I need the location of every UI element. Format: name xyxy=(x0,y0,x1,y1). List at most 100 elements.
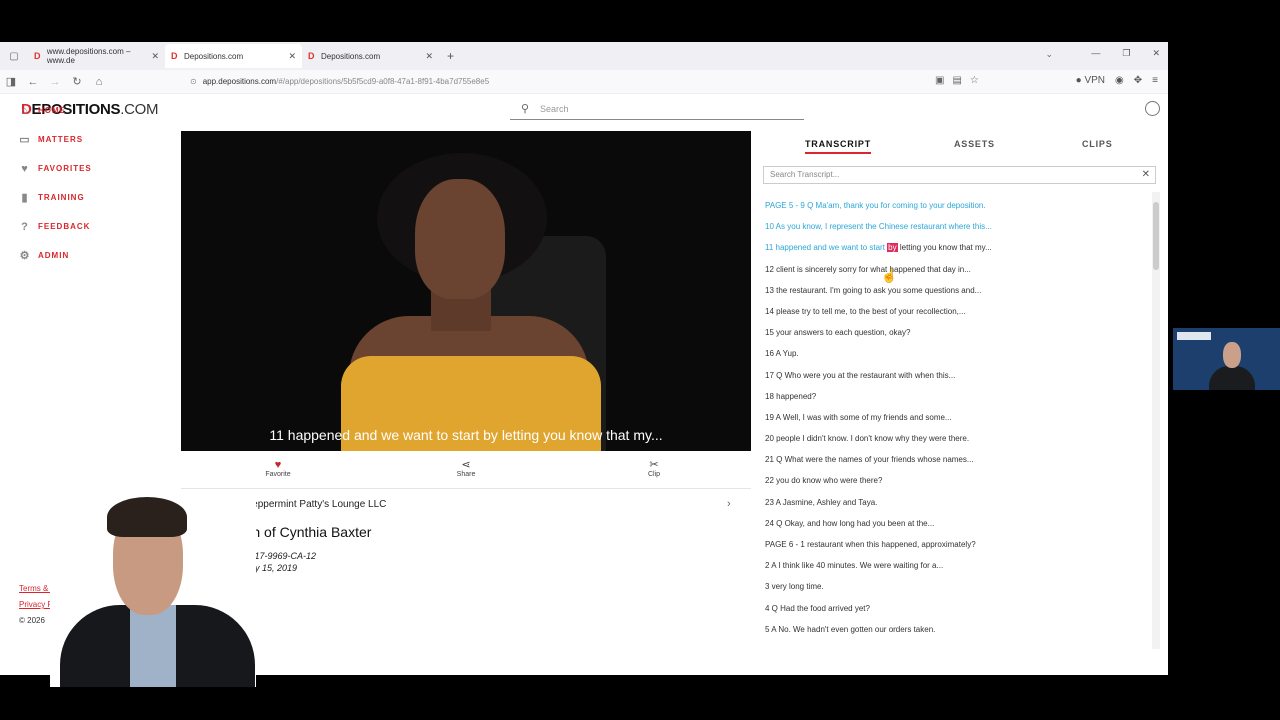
picture-in-picture-icon[interactable]: ▣ xyxy=(935,75,944,86)
share-icon: ⋖ xyxy=(461,459,471,471)
help-icon: ? xyxy=(21,220,29,233)
panel-tabs: TRANSCRIPT ASSETS CLIPS xyxy=(760,139,1156,159)
browser-tab[interactable]: D www.depositions.com – www.de ✕ xyxy=(28,44,165,68)
tab-label: Depositions.com xyxy=(184,51,244,61)
share-label: Share xyxy=(456,471,476,478)
tab-transcript[interactable]: TRANSCRIPT xyxy=(805,139,871,154)
tab-bar: ▢ D www.depositions.com – www.de ✕ D Dep… xyxy=(0,42,1168,70)
site-info-icon[interactable]: ⊙ xyxy=(190,77,197,86)
transcript-search-placeholder: Search Transcript... xyxy=(770,170,840,179)
video-subject-face xyxy=(415,179,505,299)
search-input[interactable]: ⚲ Search xyxy=(510,98,804,120)
close-window-icon[interactable]: ✕ xyxy=(1152,48,1160,59)
tab-clips[interactable]: CLIPS xyxy=(1082,139,1113,149)
extensions-icon[interactable]: ✥ xyxy=(1134,75,1142,86)
transcript-line[interactable]: 2 A I think like 40 minutes. We were wai… xyxy=(765,555,1145,576)
presenter-hair xyxy=(107,497,187,537)
transcript-line[interactable]: 23 A Jasmine, Ashley and Taya. xyxy=(765,492,1145,513)
sidebar-item-label: FEEDBACK xyxy=(38,222,91,231)
clip-label: Clip xyxy=(647,471,661,478)
transcript-search-input[interactable]: Search Transcript... ✕ xyxy=(763,166,1156,184)
tab-list-icon[interactable]: ▢ xyxy=(0,51,28,62)
chevron-down-icon[interactable]: ⌄ xyxy=(1045,49,1053,60)
tab-label: Depositions.com xyxy=(321,51,381,61)
webcam-logo xyxy=(1177,332,1211,340)
current-word-highlight: by xyxy=(887,243,898,253)
new-tab-icon[interactable]: + xyxy=(447,49,454,63)
sidebar-item-label: ADMIN xyxy=(38,251,70,260)
bookmark-star-icon[interactable]: ☆ xyxy=(970,75,979,86)
transcript-line[interactable]: 4 Q Had the food arrived yet? xyxy=(765,598,1145,619)
transcript-line[interactable]: 12 client is sincerely sorry for what ha… xyxy=(765,259,1145,280)
transcript-line[interactable]: 18 happened? xyxy=(765,386,1145,407)
address-bar[interactable]: ⊙ app.depositions.com/#/app/depositions/… xyxy=(190,77,489,86)
vpn-label: VPN xyxy=(1084,75,1106,86)
transcript-line[interactable]: 3 very long time. xyxy=(765,576,1145,597)
sidebar-item-home[interactable]: ⌂ HOME xyxy=(0,96,178,125)
transcript-list[interactable]: PAGE 5 - 9 Q Ma'am, thank you for coming… xyxy=(765,195,1145,650)
transcript-line[interactable]: PAGE 6 - 1 restaurant when this happened… xyxy=(765,534,1145,555)
transcript-line[interactable]: 14 please try to tell me, to the best of… xyxy=(765,301,1145,322)
chevron-right-icon[interactable]: › xyxy=(727,498,731,510)
transcript-line[interactable]: 19 A Well, I was with some of my friends… xyxy=(765,407,1145,428)
secondary-webcam xyxy=(1173,328,1280,390)
restore-icon[interactable]: ❐ xyxy=(1122,48,1130,59)
transcript-line[interactable]: 13 the restaurant. I'm going to ask you … xyxy=(765,280,1145,301)
video-caption: 11 happened and we want to start by lett… xyxy=(269,427,663,443)
tab-assets[interactable]: ASSETS xyxy=(954,139,995,149)
transcript-line[interactable]: 21 Q What were the names of your friends… xyxy=(765,449,1145,470)
search-placeholder: Search xyxy=(540,103,569,114)
close-tab-icon[interactable]: ✕ xyxy=(425,51,433,62)
browser-tab-active[interactable]: D Depositions.com ✕ xyxy=(165,44,302,68)
transcript-line[interactable]: 15 your answers to each question, okay? xyxy=(765,322,1145,343)
sidebar-item-label: FAVORITES xyxy=(38,164,92,173)
book-icon: ▮ xyxy=(21,191,29,204)
account-icon[interactable]: ◉ xyxy=(1115,75,1124,86)
share-button[interactable]: ⋖ Share xyxy=(436,459,496,478)
close-tab-icon[interactable]: ✕ xyxy=(151,51,159,62)
transcript-line[interactable]: PAGE 5 - 9 Q Ma'am, thank you for coming… xyxy=(765,195,1145,216)
heart-icon: ♥ xyxy=(21,162,29,175)
url-host: app.depositions.com xyxy=(202,77,277,86)
transcript-line[interactable]: 24 Q Okay, and how long had you been at … xyxy=(765,513,1145,534)
video-player[interactable]: 11 happened and we want to start by lett… xyxy=(181,131,751,451)
depositions-favicon-icon: D xyxy=(34,51,41,61)
sidebar-item-matters[interactable]: ▭ MATTERS xyxy=(0,125,178,154)
menu-icon[interactable]: ≡ xyxy=(1152,75,1158,86)
briefcase-icon: ▭ xyxy=(19,133,31,146)
close-tab-icon[interactable]: ✕ xyxy=(288,51,296,62)
webcam-person-suit xyxy=(1209,366,1255,390)
reader-view-icon[interactable]: ▤ xyxy=(952,75,961,86)
presenter-webcam xyxy=(50,495,256,687)
sidebar-item-label: MATTERS xyxy=(38,135,84,144)
home-icon: ⌂ xyxy=(21,104,29,117)
transcript-line-current[interactable]: 11 happened and we want to start by lett… xyxy=(765,237,1145,258)
current-line-rest: letting you know that my... xyxy=(897,243,992,253)
clear-search-icon[interactable]: ✕ xyxy=(1142,167,1150,183)
transcript-line[interactable]: 10 As you know, I represent the Chinese … xyxy=(765,216,1145,237)
transcript-scrollbar[interactable] xyxy=(1152,192,1160,649)
transcript-line[interactable]: 22 you do know who were there? xyxy=(765,470,1145,491)
transcript-line[interactable]: 20 people I didn't know. I don't know wh… xyxy=(765,428,1145,449)
browser-tab[interactable]: D Depositions.com ✕ xyxy=(302,44,439,68)
sidebar-item-favorites[interactable]: ♥ FAVORITES xyxy=(0,154,178,183)
sidebar-item-label: TRAINING xyxy=(38,193,85,202)
vpn-button[interactable]: ● VPN xyxy=(1076,75,1105,86)
clip-button[interactable]: ✂ Clip xyxy=(624,459,684,478)
scrollbar-thumb[interactable] xyxy=(1153,202,1159,270)
sidebar-item-training[interactable]: ▮ TRAINING xyxy=(0,183,178,212)
heart-icon: ♥ xyxy=(274,459,282,471)
favorite-button[interactable]: ♥ Favorite xyxy=(248,459,308,478)
scissors-icon: ✂ xyxy=(649,459,659,471)
sidebar-item-label: HOME xyxy=(38,106,66,115)
depositions-favicon-icon: D xyxy=(308,51,315,61)
favorite-label: Favorite xyxy=(265,471,291,478)
sidebar-item-feedback[interactable]: ? FEEDBACK xyxy=(0,212,178,241)
transcript-line[interactable]: 17 Q Who were you at the restaurant with… xyxy=(765,365,1145,386)
user-avatar-icon[interactable] xyxy=(1145,101,1160,116)
search-icon: ⚲ xyxy=(520,103,530,115)
sidebar-item-admin[interactable]: ⚙ ADMIN xyxy=(0,241,178,270)
minimize-icon[interactable]: — xyxy=(1091,48,1100,59)
transcript-line[interactable]: 16 A Yup. xyxy=(765,343,1145,364)
transcript-line[interactable]: 5 A No. We hadn't even gotten our orders… xyxy=(765,619,1145,640)
